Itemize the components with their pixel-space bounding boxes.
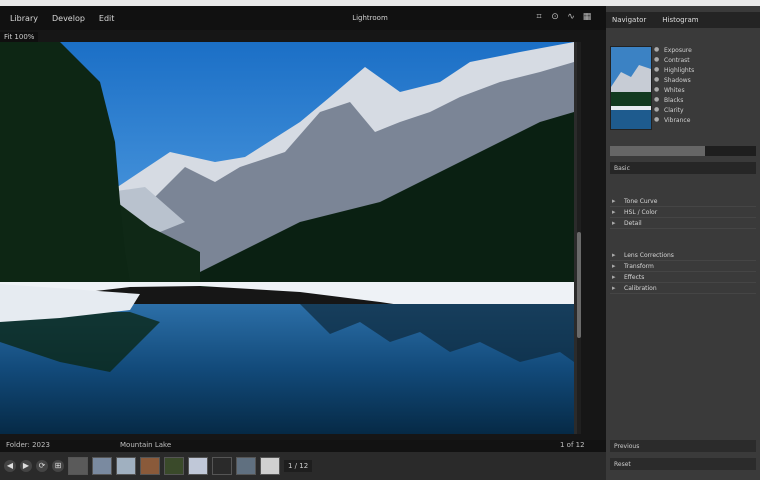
bullet-icon: ● — [654, 76, 660, 83]
section-header-basic[interactable]: Basic — [610, 162, 756, 174]
filmstrip: ◀ ▶ ⟳ ⊞ 1 / 12 — [0, 452, 606, 480]
panel-title-secondary[interactable]: Histogram — [662, 16, 698, 24]
grid-view-icon[interactable]: ⊞ — [52, 460, 64, 472]
panel-section[interactable]: ▸ Detail — [610, 218, 756, 229]
zoom-slider-fill — [610, 146, 705, 156]
adjustment-section-group-1: ▸ Tone Curve ▸ HSL / Color ▸ Detail — [610, 196, 756, 229]
next-icon[interactable]: ▶ — [20, 460, 32, 472]
filmstrip-count: 1 / 12 — [284, 460, 313, 472]
main-photo[interactable] — [0, 42, 577, 434]
bullet-icon: ● — [654, 56, 660, 63]
triangle-icon: ▸ — [612, 273, 616, 281]
triangle-icon: ▸ — [612, 208, 616, 216]
panel-title[interactable]: Navigator — [612, 16, 646, 24]
attr-row[interactable]: ● Whites — [654, 86, 760, 94]
menu-item-library[interactable]: Library — [10, 14, 38, 23]
previous-icon[interactable]: ◀ — [4, 460, 16, 472]
panel-header: Navigator Histogram — [606, 12, 760, 28]
panel-section[interactable]: ▸ HSL / Color — [610, 207, 756, 218]
attr-row[interactable]: ● Highlights — [654, 66, 760, 74]
brush-icon[interactable]: ∿ — [566, 12, 576, 22]
attr-row[interactable]: ● Contrast — [654, 56, 760, 64]
window-title: Lightroom — [352, 14, 388, 22]
bullet-icon: ● — [654, 96, 660, 103]
filmstrip-position-text: 1 of 12 — [560, 441, 585, 449]
panel-section[interactable]: ▸ Effects — [610, 272, 756, 283]
menu-item-develop[interactable]: Develop — [52, 14, 85, 23]
tool-strip: ⌗ ⊙ ∿ ▦ — [534, 12, 592, 22]
attr-row[interactable]: ● Clarity — [654, 106, 760, 114]
heal-icon[interactable]: ⊙ — [550, 12, 560, 22]
triangle-icon: ▸ — [612, 219, 616, 227]
navigator-thumbnail — [611, 47, 651, 129]
attributes-list: ● Exposure ● Contrast ● Highlights ● Shadows… — [654, 46, 760, 128]
menu-bar: Library Develop Edit Lightroom ⌗ ⊙ ∿ ▦ — [0, 6, 606, 30]
filmstrip-thumbnail[interactable] — [236, 457, 256, 475]
zoom-slider[interactable] — [610, 146, 756, 156]
triangle-icon: ▸ — [612, 251, 616, 259]
attr-row[interactable]: ● Shadows — [654, 76, 760, 84]
filmstrip-thumbnail[interactable] — [92, 457, 112, 475]
bullet-icon: ● — [654, 106, 660, 113]
section-title: Basic — [614, 164, 630, 172]
triangle-icon: ▸ — [612, 197, 616, 205]
menu-item-edit[interactable]: Edit — [99, 14, 115, 23]
attr-row[interactable]: ● Blacks — [654, 96, 760, 104]
filmstrip-thumbnail[interactable] — [260, 457, 280, 475]
filmstrip-info-bar — [0, 440, 606, 452]
reset-button[interactable]: Reset — [610, 458, 756, 470]
filmstrip-thumbnail[interactable] — [68, 457, 88, 475]
bullet-icon: ● — [654, 116, 660, 123]
panel-section[interactable]: ▸ Tone Curve — [610, 196, 756, 207]
adjustment-section-group-2: ▸ Lens Corrections ▸ Transform ▸ Effects ▸ C… — [610, 250, 756, 294]
previous-button[interactable]: Previous — [610, 440, 756, 452]
zoom-label: Fit 100% — [0, 32, 39, 42]
bullet-icon: ● — [654, 46, 660, 53]
filmstrip-thumbnail[interactable] — [116, 457, 136, 475]
crop-icon[interactable]: ⌗ — [534, 12, 544, 22]
triangle-icon: ▸ — [612, 262, 616, 270]
attr-row[interactable]: ● Vibrance — [654, 116, 760, 124]
grid-icon[interactable]: ▦ — [582, 12, 592, 22]
rotate-icon[interactable]: ⟳ — [36, 460, 48, 472]
filmstrip-title-text: Mountain Lake — [120, 441, 172, 449]
filmstrip-folder-text: Folder: 2023 — [6, 441, 50, 449]
panel-section[interactable]: ▸ Lens Corrections — [610, 250, 756, 261]
filmstrip-thumbnail[interactable] — [212, 457, 232, 475]
landscape-image — [0, 42, 574, 434]
panel-section[interactable]: ▸ Calibration — [610, 283, 756, 294]
navigator-preview[interactable] — [610, 46, 652, 130]
filmstrip-thumbnail[interactable] — [140, 457, 160, 475]
bullet-icon: ● — [654, 86, 660, 93]
vertical-scrollbar[interactable] — [577, 232, 581, 338]
panel-section[interactable]: ▸ Transform — [610, 261, 756, 272]
attr-row[interactable]: ● Exposure — [654, 46, 760, 54]
triangle-icon: ▸ — [612, 284, 616, 292]
filmstrip-thumbnail[interactable] — [164, 457, 184, 475]
bullet-icon: ● — [654, 66, 660, 73]
filmstrip-thumbnail[interactable] — [188, 457, 208, 475]
